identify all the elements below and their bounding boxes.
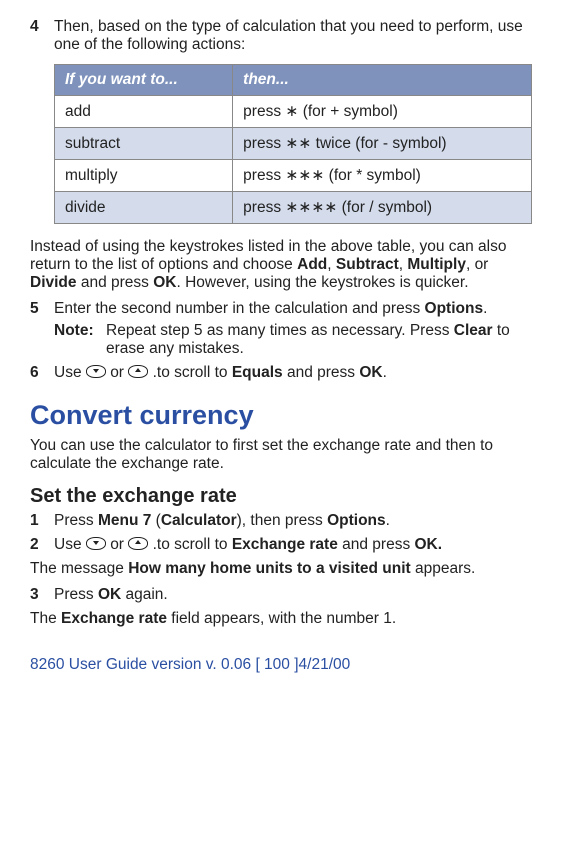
step-number: 2 (30, 536, 54, 554)
table-cell: subtract (55, 128, 233, 160)
paragraph: The message How many home units to a vis… (30, 560, 532, 578)
step-body: Then, based on the type of calculation t… (54, 18, 532, 54)
step-number: 6 (30, 364, 54, 382)
table-row: subtract press ∗∗ twice (for - symbol) (55, 128, 532, 160)
table-cell: multiply (55, 160, 233, 192)
paragraph: You can use the calculator to first set … (30, 437, 532, 473)
table-cell: press ∗∗∗ (for * symbol) (233, 160, 532, 192)
currency-step-2: 2 Use or .to scroll to Exchange rate and… (30, 536, 532, 554)
table-row: add press ∗ (for + symbol) (55, 96, 532, 128)
table-header: then... (233, 65, 532, 96)
step-body: Enter the second number in the calculati… (54, 300, 532, 358)
page-footer: 8260 User Guide version v. 0.06 [ 100 ]4… (30, 656, 532, 674)
paragraph: The Exchange rate field appears, with th… (30, 610, 532, 628)
table-header: If you want to... (55, 65, 233, 96)
subheading-set-exchange-rate: Set the exchange rate (30, 485, 532, 508)
table-cell: press ∗ (for + symbol) (233, 96, 532, 128)
step-5: 5 Enter the second number in the calcula… (30, 300, 532, 358)
scroll-down-icon (86, 365, 106, 378)
scroll-up-icon (128, 365, 148, 378)
table-cell: add (55, 96, 233, 128)
section-heading-convert-currency: Convert currency (30, 400, 532, 431)
note-label: Note: (54, 322, 106, 358)
scroll-up-icon (128, 537, 148, 550)
table-row: multiply press ∗∗∗ (for * symbol) (55, 160, 532, 192)
page: 4 Then, based on the type of calculation… (0, 0, 562, 692)
table-cell: press ∗∗ twice (for - symbol) (233, 128, 532, 160)
note-text: Repeat step 5 as many times as necessary… (106, 322, 532, 358)
currency-step-3: 3 Press OK again. (30, 586, 532, 604)
paragraph: Instead of using the keystrokes listed i… (30, 238, 532, 292)
step-body: Press OK again. (54, 586, 532, 604)
step-number: 5 (30, 300, 54, 358)
currency-step-1: 1 Press Menu 7 (Calculator), then press … (30, 512, 532, 530)
scroll-down-icon (86, 537, 106, 550)
table-cell: divide (55, 192, 233, 224)
operations-table: If you want to... then... add press ∗ (f… (54, 64, 532, 224)
step-body: Use or .to scroll to Exchange rate and p… (54, 536, 532, 554)
step-body: Press Menu 7 (Calculator), then press Op… (54, 512, 532, 530)
step-body: Use or .to scroll to Equals and press OK… (54, 364, 532, 382)
step-4: 4 Then, based on the type of calculation… (30, 18, 532, 54)
step-6: 6 Use or .to scroll to Equals and press … (30, 364, 532, 382)
table-row: divide press ∗∗∗∗ (for / symbol) (55, 192, 532, 224)
step-number: 1 (30, 512, 54, 530)
note: Note: Repeat step 5 as many times as nec… (54, 322, 532, 358)
table-cell: press ∗∗∗∗ (for / symbol) (233, 192, 532, 224)
step-number: 4 (30, 18, 54, 54)
table-header-row: If you want to... then... (55, 65, 532, 96)
step-number: 3 (30, 586, 54, 604)
